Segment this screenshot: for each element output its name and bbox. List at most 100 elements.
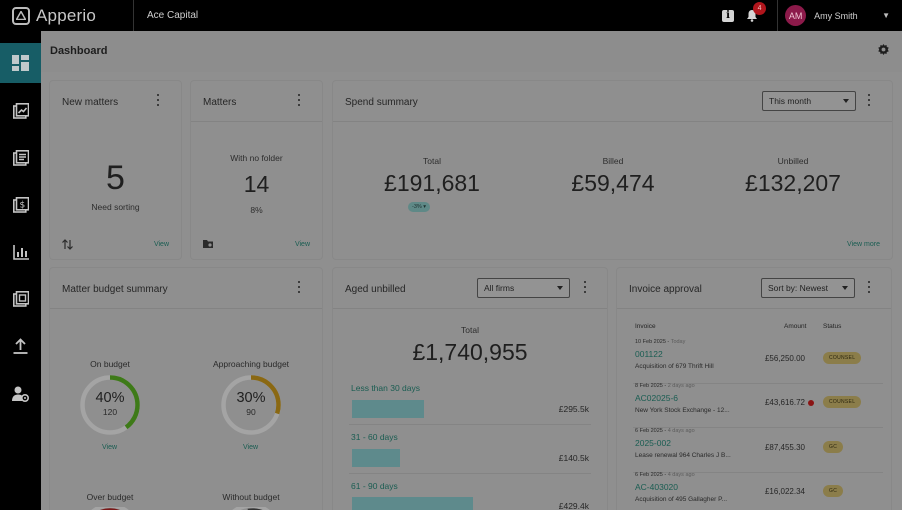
notifications-bell-icon[interactable]: 4 bbox=[746, 1, 767, 23]
invoice-description: New York Stock Exchange - 12... bbox=[635, 407, 730, 414]
budget-title: Matter budget summary bbox=[62, 284, 168, 295]
budget-on-donut: 40% 120 bbox=[79, 374, 141, 436]
spend-change-badge: -3% ▾ bbox=[408, 202, 431, 212]
budget-approaching-donut: 30% 90 bbox=[220, 374, 282, 436]
invoice-date-value: 8 Feb 2025 bbox=[635, 383, 663, 389]
invoice-id-link[interactable]: 001122 bbox=[635, 349, 663, 359]
user-menu-caret-icon[interactable]: ▼ bbox=[882, 11, 890, 20]
budget-over-label: Over budget bbox=[86, 492, 134, 502]
aged-total-value: £1,740,955 bbox=[412, 339, 528, 365]
sidebar-item-reports[interactable] bbox=[0, 232, 41, 272]
gear-icon[interactable] bbox=[878, 44, 889, 55]
spend-period-value: This month bbox=[769, 96, 812, 106]
matters-view-link[interactable]: View bbox=[295, 241, 310, 248]
aged-bucket-label[interactable]: Less than 30 days bbox=[351, 383, 420, 393]
spend-billed-label: Billed bbox=[602, 156, 624, 166]
chevron-down-icon bbox=[557, 286, 563, 290]
budget-on-view-link[interactable]: View bbox=[102, 444, 117, 451]
kebab-menu-icon[interactable] bbox=[156, 94, 160, 106]
budget-approaching-count: 90 bbox=[246, 407, 256, 417]
aged-bucket-value: £295.5k bbox=[558, 404, 589, 414]
new-matters-view-link[interactable]: View bbox=[154, 241, 169, 248]
new-matters-caption: Need sorting bbox=[91, 202, 140, 212]
invoice-sort-select[interactable]: Sort by: Newest bbox=[761, 278, 855, 298]
invoice-row[interactable]: 10 Feb 2025 - Today 001122 Acquisition o… bbox=[617, 339, 891, 384]
invoice-id-link[interactable]: AC-403020 bbox=[635, 482, 678, 492]
spend-unbilled-label: Unbilled bbox=[777, 156, 809, 166]
invoice-age: 2 days ago bbox=[667, 383, 695, 389]
kebab-menu-icon[interactable] bbox=[297, 281, 301, 293]
spend-total-label: Total bbox=[423, 156, 441, 166]
invoice-row[interactable]: 8 Feb 2025 - 2 days ago AC02025-6 New Yo… bbox=[617, 383, 891, 428]
sidebar-item-dashboard[interactable] bbox=[0, 43, 41, 83]
aged-firm-value: All firms bbox=[484, 283, 515, 293]
invoice-amount: £56,250.00 bbox=[764, 354, 805, 363]
aged-bucket-bar bbox=[352, 497, 473, 510]
sidebar-item-matters[interactable] bbox=[0, 91, 41, 131]
sidebar-item-documents[interactable] bbox=[0, 138, 41, 178]
matter-budget-card: Matter budget summary On budget 40% 120 … bbox=[50, 268, 322, 510]
status-badge: COUNSEL bbox=[823, 352, 862, 364]
budget-on-percent: 40% bbox=[95, 390, 125, 406]
avatar[interactable]: AM bbox=[785, 5, 807, 26]
svg-text:$: $ bbox=[19, 201, 25, 211]
invoice-id-link[interactable]: AC02025-6 bbox=[635, 393, 678, 403]
invoice-row[interactable]: 6 Feb 2025 - 4 days ago AC-403020 Acquis… bbox=[617, 472, 891, 510]
aged-bucket-value: £140.5k bbox=[558, 453, 589, 463]
kebab-menu-icon[interactable] bbox=[867, 281, 871, 293]
aged-title: Aged unbilled bbox=[345, 284, 406, 295]
bucket-divider bbox=[349, 424, 591, 425]
invoice-date-value: 10 Feb 2025 bbox=[635, 339, 666, 345]
user-name[interactable]: Amy Smith bbox=[814, 11, 882, 21]
status-badge: GC bbox=[823, 485, 844, 497]
matters-title: Matters bbox=[203, 97, 237, 108]
dashboard-header: Dashboard bbox=[41, 31, 902, 72]
chart-icon bbox=[12, 244, 29, 260]
page-title: Dashboard bbox=[50, 45, 108, 57]
budget-on-count: 120 bbox=[102, 407, 118, 417]
invoice-icon: $ bbox=[12, 197, 29, 213]
spend-view-more-link[interactable]: View more bbox=[847, 241, 880, 248]
matters-card: Matters With no folder 14 8% View bbox=[191, 81, 322, 259]
sidebar-item-invoices[interactable]: $ bbox=[0, 185, 41, 225]
card-divider bbox=[333, 121, 892, 122]
kebab-menu-icon[interactable] bbox=[297, 94, 301, 106]
sidebar-item-upload[interactable] bbox=[0, 326, 41, 366]
app-logo[interactable]: Apperio bbox=[0, 0, 134, 31]
documents-icon bbox=[12, 150, 29, 166]
sidebar-item-users[interactable] bbox=[0, 374, 41, 414]
budget-approaching-percent: 30% bbox=[236, 390, 266, 406]
info-icon[interactable]: i bbox=[722, 9, 735, 22]
card-divider bbox=[50, 308, 322, 309]
invoice-age: 4 days ago bbox=[667, 428, 695, 434]
aged-bucket-label[interactable]: 61 - 90 days bbox=[351, 481, 398, 491]
invoice-amount: £87,455.30 bbox=[764, 443, 805, 452]
sort-arrows-icon[interactable] bbox=[62, 239, 73, 250]
kebab-menu-icon[interactable] bbox=[583, 281, 587, 293]
warning-icon bbox=[808, 400, 814, 406]
invoice-row[interactable]: 6 Feb 2025 - 4 days ago 2025-002 Lease r… bbox=[617, 428, 891, 473]
card-divider bbox=[333, 308, 607, 309]
spend-period-select[interactable]: This month bbox=[762, 91, 856, 111]
invoice-date: 10 Feb 2025 - Today bbox=[635, 339, 686, 345]
chevron-down-icon bbox=[843, 99, 849, 103]
invoice-age: 4 days ago bbox=[667, 472, 695, 478]
invoice-date: 6 Feb 2025 - 4 days ago bbox=[635, 428, 695, 434]
invoice-id-link[interactable]: 2025-002 bbox=[635, 438, 671, 448]
company-name[interactable]: Ace Capital bbox=[147, 10, 198, 21]
budget-approaching-view-link[interactable]: View bbox=[243, 444, 258, 451]
matters-count: 14 bbox=[243, 171, 270, 197]
aged-firm-select[interactable]: All firms bbox=[477, 278, 570, 298]
invoice-description: Lease renewal 964 Charles J B... bbox=[635, 452, 731, 459]
kebab-menu-icon[interactable] bbox=[867, 94, 871, 106]
new-matters-count: 5 bbox=[106, 159, 125, 197]
sidebar-item-copy[interactable] bbox=[0, 279, 41, 319]
invoice-date-value: 6 Feb 2025 bbox=[635, 428, 663, 434]
top-bar: Apperio Ace Capital i 4 AM Amy Smith ▼ bbox=[0, 0, 902, 31]
spend-total-value: £191,681 bbox=[384, 170, 480, 196]
aged-bucket-label[interactable]: 31 - 60 days bbox=[351, 432, 398, 442]
user-settings-icon bbox=[12, 386, 29, 402]
folder-settings-icon bbox=[203, 240, 213, 248]
matters-percent: 8% bbox=[250, 205, 263, 215]
invoice-date: 6 Feb 2025 - 4 days ago bbox=[635, 472, 695, 478]
